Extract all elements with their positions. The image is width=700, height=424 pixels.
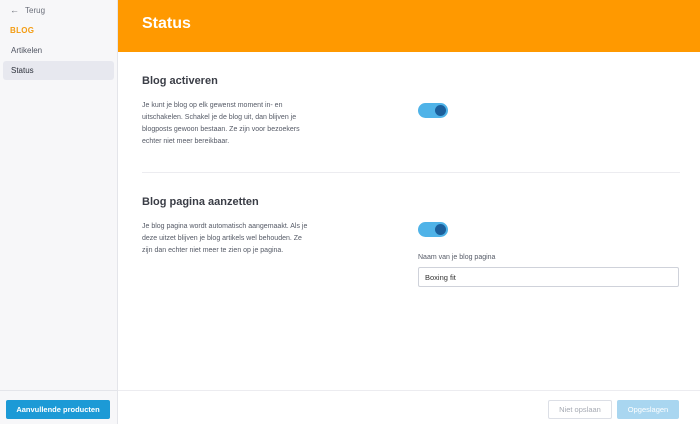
sidebar-footer: Aanvullende producten <box>0 390 117 424</box>
action-footer: Niet opslaan Opgeslagen <box>118 390 700 424</box>
section-divider <box>142 172 680 173</box>
blog-page-name-label: Naam van je blog pagina <box>418 254 496 261</box>
back-label: Terug <box>25 5 46 15</box>
blog-page-toggle[interactable] <box>418 222 448 237</box>
blog-page-description: Je blog pagina wordt automatisch aangema… <box>142 223 308 254</box>
blog-activate-toggle[interactable] <box>418 103 448 118</box>
toggle-knob <box>435 224 446 235</box>
sidebar-item-label: Status <box>11 66 34 75</box>
blog-page-title: Blog pagina aanzetten <box>142 196 259 208</box>
arrow-left-icon: ← <box>10 5 19 15</box>
blog-activate-description: Je kunt je blog op elk gewenst moment in… <box>142 102 300 145</box>
dont-save-button[interactable]: Niet opslaan <box>548 400 612 419</box>
sidebar-section-label: BLOG <box>10 26 35 35</box>
blog-activate-title: Blog activeren <box>142 75 218 87</box>
saved-button[interactable]: Opgeslagen <box>617 400 679 419</box>
additional-products-button[interactable]: Aanvullende producten <box>6 400 110 419</box>
sidebar-item-artikelen[interactable]: Artikelen <box>3 41 114 60</box>
blog-page-name-input[interactable] <box>418 267 679 287</box>
back-link[interactable]: ← Terug <box>10 3 45 17</box>
page-title: Status <box>142 15 191 32</box>
page-header: Status <box>118 0 700 52</box>
sidebar: ← Terug BLOG Artikelen Status Aanvullend… <box>0 0 118 424</box>
sidebar-item-status[interactable]: Status <box>3 61 114 80</box>
sidebar-item-label: Artikelen <box>11 46 43 55</box>
toggle-knob <box>435 105 446 116</box>
